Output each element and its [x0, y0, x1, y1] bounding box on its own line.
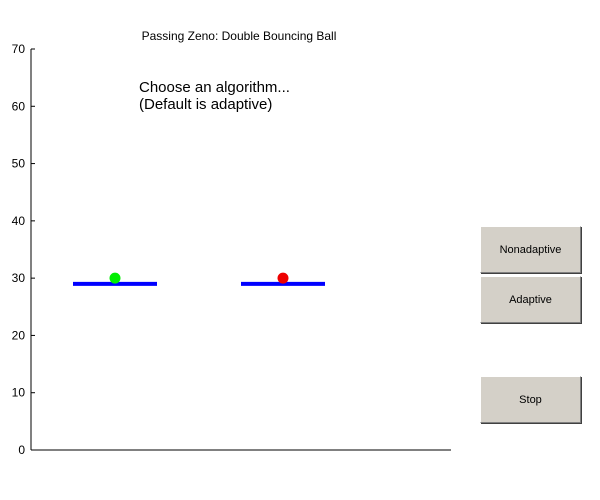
figure-title: Passing Zeno: Double Bouncing Ball: [142, 29, 337, 43]
stop-button[interactable]: Stop: [480, 376, 581, 423]
y-tick-label: 40: [12, 214, 26, 228]
y-tick-label: 30: [12, 271, 26, 285]
y-tick-label: 60: [12, 99, 26, 113]
adaptive-button-label: Adaptive: [509, 293, 552, 306]
y-tick-label: 70: [12, 42, 26, 56]
stop-button-label: Stop: [519, 393, 542, 406]
nonadaptive-button[interactable]: Nonadaptive: [480, 226, 581, 273]
green-ball: [109, 272, 121, 284]
y-tick-label: 50: [12, 157, 26, 171]
nonadaptive-button-label: Nonadaptive: [499, 243, 562, 256]
figure-window: Passing Zeno: Double Bouncing Ball Choos…: [0, 0, 600, 500]
red-ball: [277, 272, 289, 284]
y-tick-label: 10: [12, 386, 26, 400]
annotation-line-2: (Default is adaptive): [139, 96, 272, 113]
adaptive-button[interactable]: Adaptive: [480, 276, 581, 323]
y-tick-label: 0: [18, 443, 25, 457]
annotation-line-1: Choose an algorithm...: [139, 79, 290, 96]
y-tick-label: 20: [12, 328, 26, 342]
